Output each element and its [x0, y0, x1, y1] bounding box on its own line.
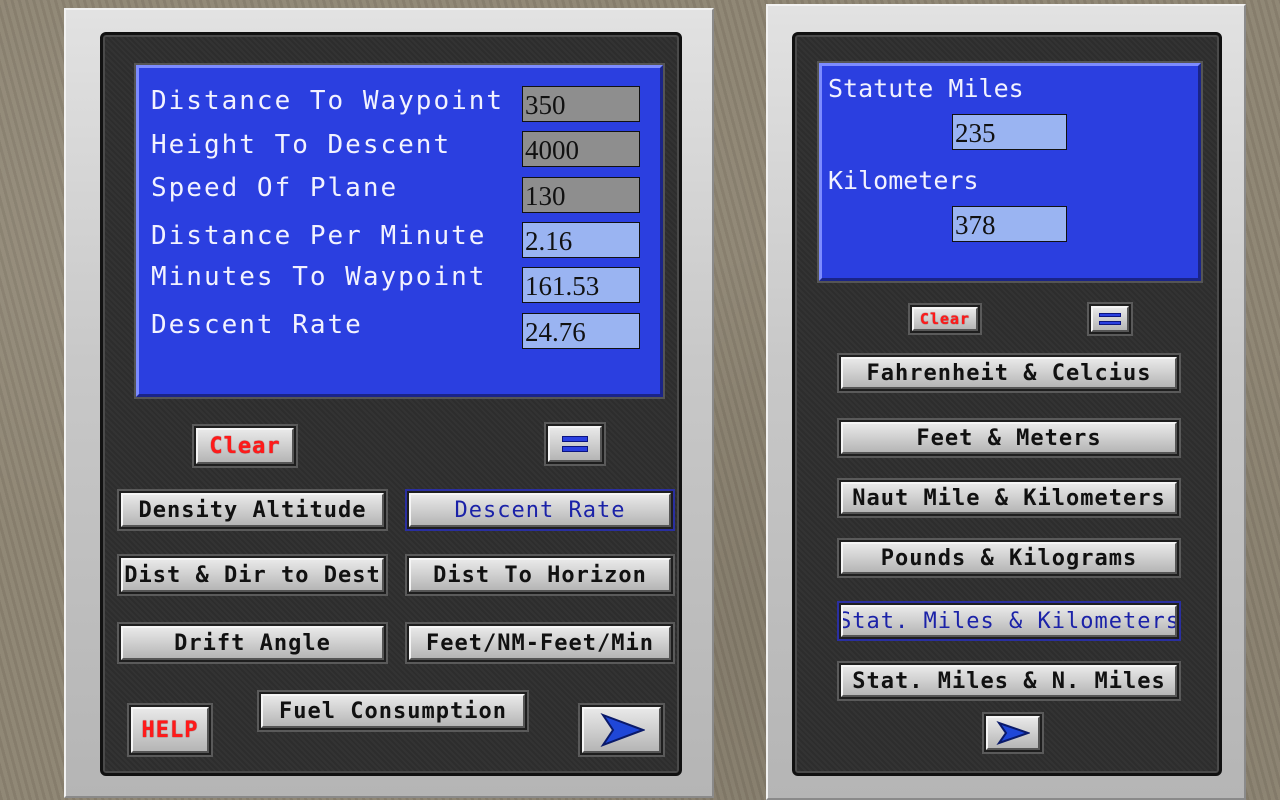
feet-meters-button[interactable]: Feet & Meters: [841, 422, 1177, 454]
conversion-display: Statute Miles 235 Kilometers 378: [819, 63, 1201, 281]
clear-button-small[interactable]: Clear: [912, 307, 978, 331]
field-label-height-to-descent: Height To Descent: [151, 130, 452, 160]
arrow-right-icon: [996, 721, 1030, 745]
feet-nm-feet-min-button[interactable]: Feet/NM-Feet/Min: [409, 626, 671, 660]
field-label-descent-rate: Descent Rate: [151, 310, 363, 340]
field-label-distance-to-waypoint: Distance To Waypoint: [151, 86, 505, 116]
help-button[interactable]: HELP: [131, 707, 209, 753]
distance-to-waypoint-input[interactable]: 350: [522, 86, 640, 122]
arrow-right-icon: [599, 713, 645, 747]
dist-dir-dest-button[interactable]: Dist & Dir to Dest: [121, 558, 384, 592]
field-label-distance-per-minute: Distance Per Minute: [151, 221, 487, 251]
drift-angle-button[interactable]: Drift Angle: [121, 626, 384, 660]
right-converter-frame: Statute Miles 235 Kilometers 378 Clear F…: [766, 4, 1246, 800]
speed-of-plane-input[interactable]: 130: [522, 177, 640, 213]
field-label-minutes-to-waypoint: Minutes To Waypoint: [151, 262, 487, 292]
next-page-button-small[interactable]: [986, 716, 1040, 750]
equals-icon: [1099, 313, 1121, 325]
density-altitude-button[interactable]: Density Altitude: [121, 493, 384, 527]
right-converter-panel: Statute Miles 235 Kilometers 378 Clear F…: [792, 32, 1222, 776]
descent-rate-output: 24.76: [522, 313, 640, 349]
distance-per-minute-output: 2.16: [522, 222, 640, 258]
descent-rate-button[interactable]: Descent Rate: [409, 493, 671, 527]
height-to-descent-input[interactable]: 4000: [522, 131, 640, 167]
stat-miles-kilometers-button[interactable]: Stat. Miles & Kilometers: [841, 605, 1177, 637]
left-calculator-panel: Distance To Waypoint 350 Height To Desce…: [100, 32, 682, 776]
kilometers-label: Kilometers: [828, 166, 979, 195]
dist-to-horizon-button[interactable]: Dist To Horizon: [409, 558, 671, 592]
pounds-kilograms-button[interactable]: Pounds & Kilograms: [841, 542, 1177, 574]
equals-button-small[interactable]: [1091, 306, 1129, 332]
statute-miles-label: Statute Miles: [828, 74, 1024, 103]
stat-miles-n-miles-button[interactable]: Stat. Miles & N. Miles: [841, 665, 1177, 697]
minutes-to-waypoint-output: 161.53: [522, 267, 640, 303]
kilometers-field[interactable]: 378: [952, 206, 1067, 242]
field-label-speed-of-plane: Speed Of Plane: [151, 173, 399, 203]
equals-icon: [562, 436, 588, 452]
fahrenheit-celcius-button[interactable]: Fahrenheit & Celcius: [841, 357, 1177, 389]
equals-button[interactable]: [548, 426, 602, 462]
next-page-button[interactable]: [582, 707, 661, 753]
naut-mile-kilometers-button[interactable]: Naut Mile & Kilometers: [841, 482, 1177, 514]
clear-button[interactable]: Clear: [196, 428, 294, 464]
left-calculator-frame: Distance To Waypoint 350 Height To Desce…: [64, 8, 714, 798]
descent-rate-display: Distance To Waypoint 350 Height To Desce…: [136, 65, 663, 397]
statute-miles-field[interactable]: 235: [952, 114, 1067, 150]
fuel-consumption-button[interactable]: Fuel Consumption: [261, 694, 525, 728]
